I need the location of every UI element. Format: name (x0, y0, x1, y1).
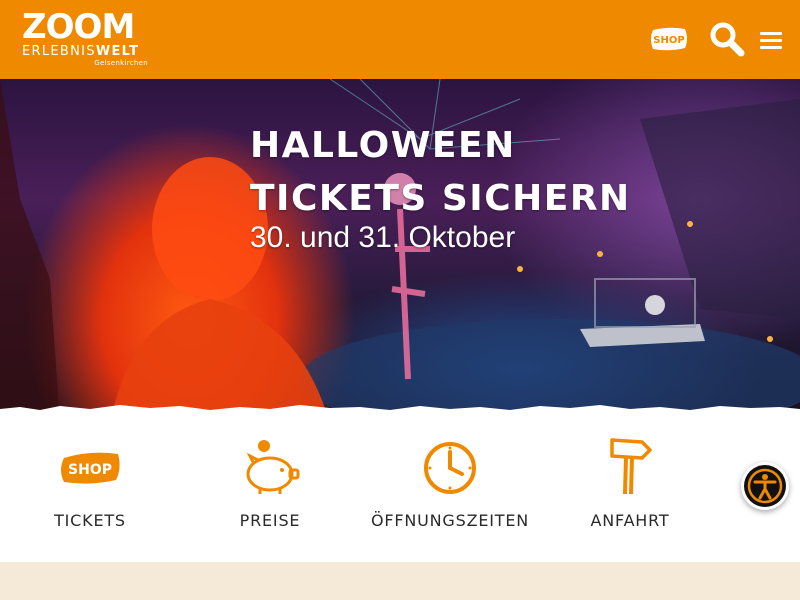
menu-button[interactable] (760, 30, 784, 50)
piggy-bank-icon (246, 440, 300, 494)
accessibility-button-inner (744, 465, 786, 507)
quicknav-preise-label: PREISE (239, 511, 301, 530)
quick-navigation: SHOP TICKETS PREISE ÖFFNUNGSZEITEN ANFAH… (0, 405, 800, 563)
hero-banner[interactable]: HALLOWEEN TICKETS SICHERN 30. und 31. Ok… (0, 79, 800, 424)
zoom-erlebniswelt-logo[interactable]: ZOOM ERLEBNISWELT Gelsenkirchen (22, 10, 148, 68)
shop-tag-icon: SHOP (61, 452, 120, 484)
search-icon (710, 22, 745, 57)
clock-icon (424, 442, 476, 494)
quicknav-anfahrt-label: ANFAHRT (590, 511, 670, 530)
signpost-icon (610, 438, 652, 495)
hero-title: HALLOWEEN TICKETS SICHERN (250, 125, 631, 219)
logo-city: Gelsenkirchen (94, 59, 148, 67)
accessibility-icon (747, 468, 783, 504)
logo-subline-bold: WELT (95, 44, 140, 59)
hamburger-menu-icon (760, 46, 782, 49)
quicknav-tickets[interactable]: SHOP TICKETS (0, 432, 180, 542)
search-button[interactable] (708, 20, 746, 58)
quicknav-tickets-icon-text: SHOP (68, 462, 112, 478)
quicknav-oeffnungszeiten-label: ÖFFNUNGSZEITEN (370, 511, 530, 530)
torn-paper-edge (0, 405, 800, 416)
accessibility-button[interactable] (741, 462, 789, 510)
hamburger-menu-icon (760, 32, 782, 35)
site-header: ZOOM ERLEBNISWELT Gelsenkirchen SHOP (0, 0, 800, 79)
shop-badge-label: SHOP (653, 35, 684, 46)
content-background (0, 562, 800, 600)
logo-wordmark: ZOOM (22, 7, 135, 47)
logo-subline-light: ERLEBNIS (22, 44, 96, 59)
hamburger-menu-icon (760, 39, 782, 42)
hero-subtitle: 30. und 31. Oktober (250, 221, 516, 254)
logo-subline: ERLEBNISWELT (22, 45, 139, 59)
quicknav-preise[interactable]: PREISE (180, 432, 360, 542)
quicknav-tickets-label: TICKETS (54, 511, 126, 530)
quicknav-anfahrt[interactable]: ANFAHRT (540, 432, 720, 542)
shop-tag-icon: SHOP (651, 27, 687, 51)
shop-button[interactable]: SHOP (649, 26, 689, 52)
quicknav-oeffnungszeiten[interactable]: ÖFFNUNGSZEITEN (360, 432, 540, 542)
